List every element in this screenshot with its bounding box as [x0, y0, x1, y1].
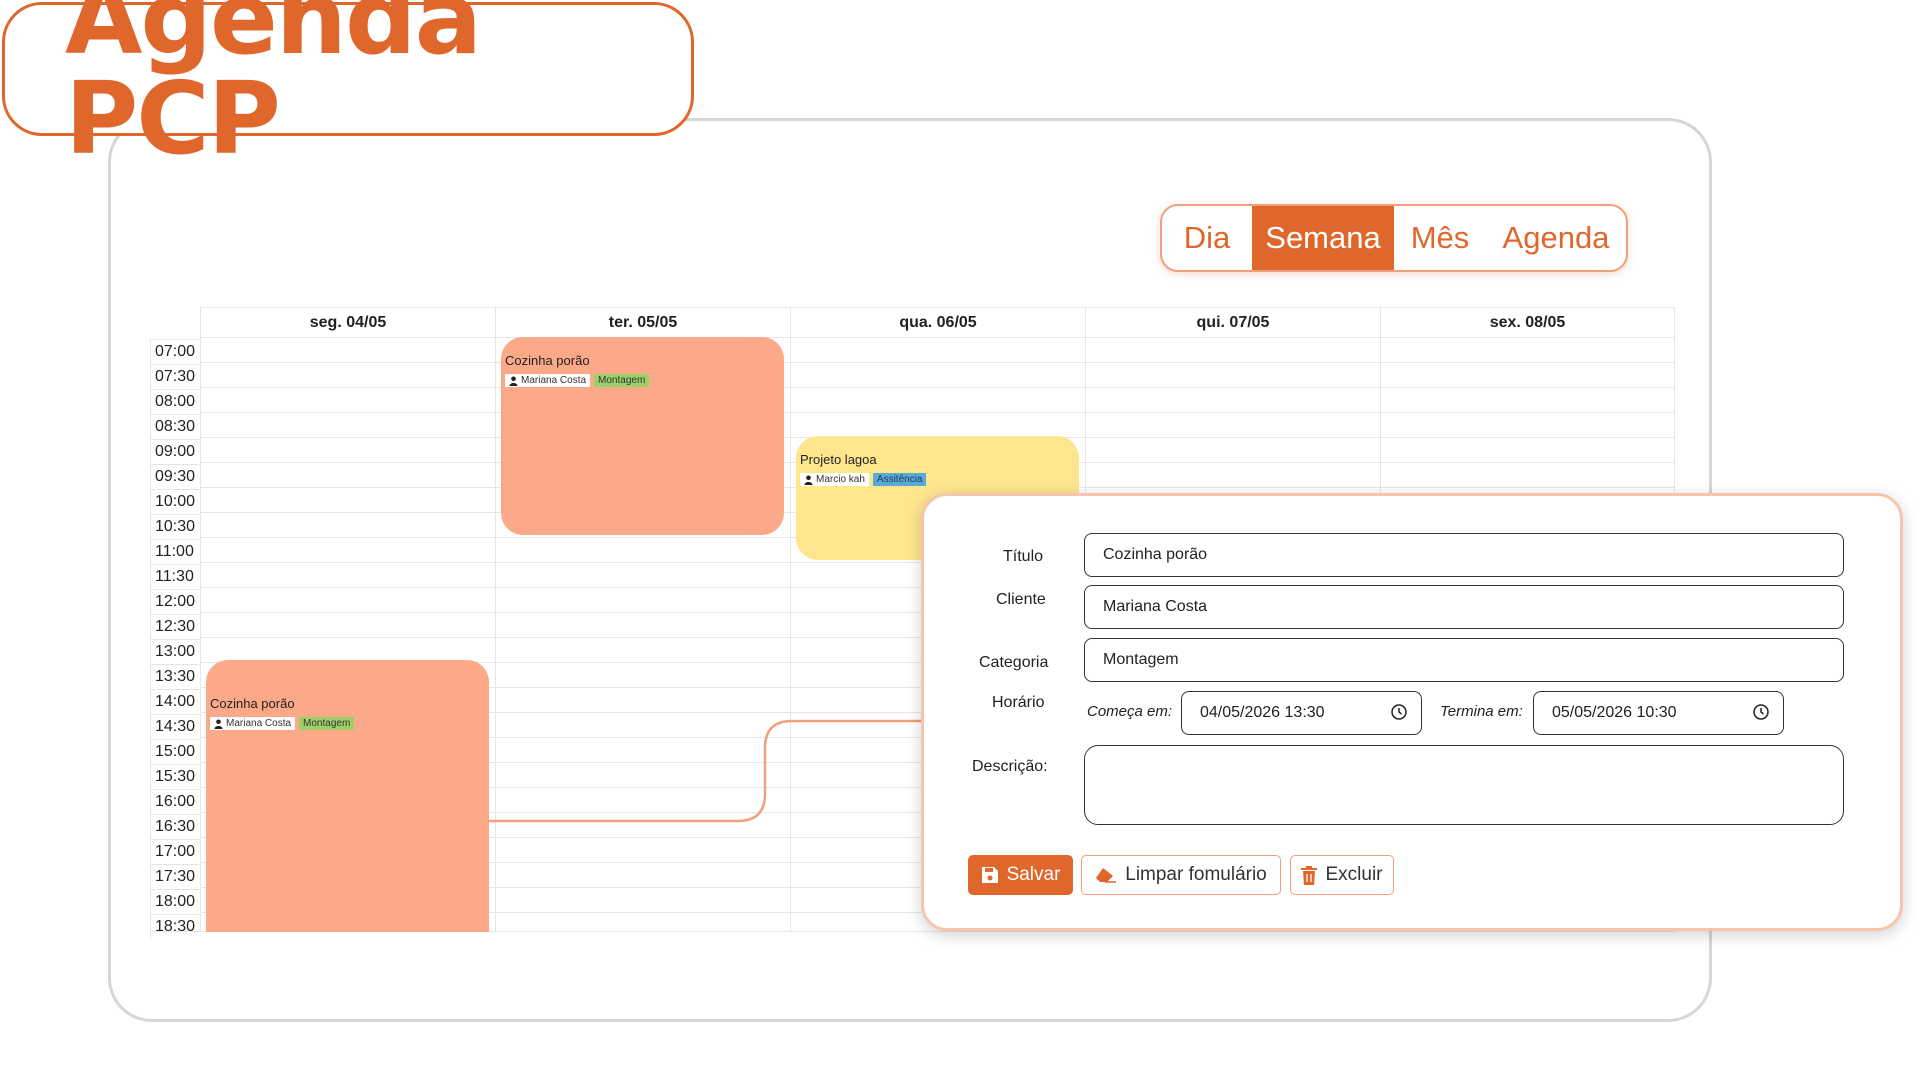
floppy-disk-icon [981, 867, 998, 883]
title-input[interactable]: Cozinha porão [1084, 533, 1844, 577]
time-slot-label: 11:00 [150, 539, 200, 564]
event-title: Cozinha porão [210, 696, 295, 711]
end-label: Termina em: [1440, 703, 1523, 720]
time-slot-label: 07:30 [150, 364, 200, 389]
column-divider [495, 307, 496, 932]
clock-icon[interactable] [1753, 704, 1769, 720]
app-title: Agenda PCP [65, 0, 482, 177]
time-label: Horário [992, 694, 1045, 711]
day-header: sex. 08/05 [1380, 307, 1675, 337]
title-label: Título [1003, 548, 1044, 565]
start-datetime-value: 04/05/2026 13:30 [1200, 704, 1325, 721]
event-form: Título Cozinha porão Cliente Mariana Cos… [921, 493, 1903, 931]
time-slot-label: 16:00 [150, 789, 200, 814]
time-slot-label: 15:00 [150, 739, 200, 764]
category-label: Categoria [979, 654, 1049, 671]
event-client: Marcio kah [816, 474, 865, 485]
client-input[interactable]: Mariana Costa [1084, 585, 1844, 629]
event-category-tag: Montagem [299, 717, 355, 730]
time-slot-label: 07:00 [150, 339, 200, 364]
event-client-tag: Marcio kah [800, 473, 869, 486]
column-divider [200, 307, 201, 932]
time-slot-label: 14:00 [150, 689, 200, 714]
row-divider [200, 362, 1675, 363]
eraser-icon [1096, 868, 1117, 883]
clear-form-button-label: Limpar fomulário [1125, 864, 1267, 885]
category-input[interactable]: Montagem [1084, 638, 1844, 682]
time-slot-label: 18:00 [150, 889, 200, 914]
person-icon [509, 376, 518, 386]
event-category-tag: Assitência [872, 473, 927, 486]
time-slot-label: 15:30 [150, 764, 200, 789]
view-switcher: Dia Semana Mês Agenda [1160, 204, 1628, 272]
save-button[interactable]: Salvar [968, 855, 1073, 895]
time-slot-label: 10:30 [150, 514, 200, 539]
event-client-tag: Mariana Costa [210, 717, 296, 730]
time-slot-label: 14:30 [150, 714, 200, 739]
time-slot-label: 13:00 [150, 639, 200, 664]
event-title: Cozinha porão [505, 353, 590, 368]
time-slot-label: 17:00 [150, 839, 200, 864]
day-header: qua. 06/05 [790, 307, 1085, 337]
view-day-button[interactable]: Dia [1162, 206, 1252, 270]
time-slot-label: 10:00 [150, 489, 200, 514]
day-header: qui. 07/05 [1085, 307, 1380, 337]
view-agenda-button[interactable]: Agenda [1486, 206, 1626, 270]
column-divider [790, 307, 791, 932]
person-icon [214, 719, 223, 729]
time-slot-label: 16:30 [150, 814, 200, 839]
event-client-tag: Mariana Costa [505, 374, 591, 387]
save-button-label: Salvar [1006, 864, 1061, 885]
time-slot-label: 13:30 [150, 664, 200, 689]
end-datetime-value: 05/05/2026 10:30 [1552, 704, 1677, 721]
time-slot-label: 12:30 [150, 614, 200, 639]
row-divider [200, 337, 1675, 338]
clock-icon[interactable] [1391, 704, 1407, 720]
time-slot-label: 12:00 [150, 589, 200, 614]
app-title-badge: Agenda PCP [2, 0, 694, 169]
trash-icon [1301, 865, 1318, 885]
person-icon [804, 475, 813, 485]
event-client: Mariana Costa [521, 375, 587, 386]
event-card[interactable]: Cozinha porão Mariana Costa Montagem [501, 337, 784, 535]
row-divider [200, 387, 1675, 388]
day-header: seg. 04/05 [200, 307, 495, 337]
time-slot-label: 09:30 [150, 464, 200, 489]
view-month-button[interactable]: Mês [1394, 206, 1486, 270]
delete-button[interactable]: Excluir [1290, 855, 1394, 895]
event-card[interactable]: Cozinha porão Mariana Costa Montagem [206, 660, 489, 932]
event-title: Projeto lagoa [800, 452, 877, 467]
day-header: ter. 05/05 [495, 307, 790, 337]
time-slot-label: 09:00 [150, 439, 200, 464]
view-week-button[interactable]: Semana [1252, 206, 1394, 270]
row-divider [200, 412, 1675, 413]
time-slot-label: 17:30 [150, 864, 200, 889]
start-datetime-input[interactable]: 04/05/2026 13:30 [1181, 691, 1422, 735]
event-category-tag: Montagem [594, 374, 650, 387]
delete-button-label: Excluir [1325, 864, 1383, 885]
time-slot-label: 08:30 [150, 414, 200, 439]
time-slot-label: 08:00 [150, 389, 200, 414]
description-label: Descrição: [972, 758, 1048, 775]
client-label: Cliente [996, 591, 1046, 608]
time-slot-label: 11:30 [150, 564, 200, 589]
time-slot-label: 18:30 [150, 914, 200, 939]
description-textarea[interactable] [1084, 745, 1844, 825]
event-client: Mariana Costa [226, 718, 292, 729]
end-datetime-input[interactable]: 05/05/2026 10:30 [1533, 691, 1784, 735]
start-label: Começa em: [1087, 703, 1173, 720]
callout-connector [488, 719, 928, 823]
clear-form-button[interactable]: Limpar fomulário [1081, 855, 1281, 895]
